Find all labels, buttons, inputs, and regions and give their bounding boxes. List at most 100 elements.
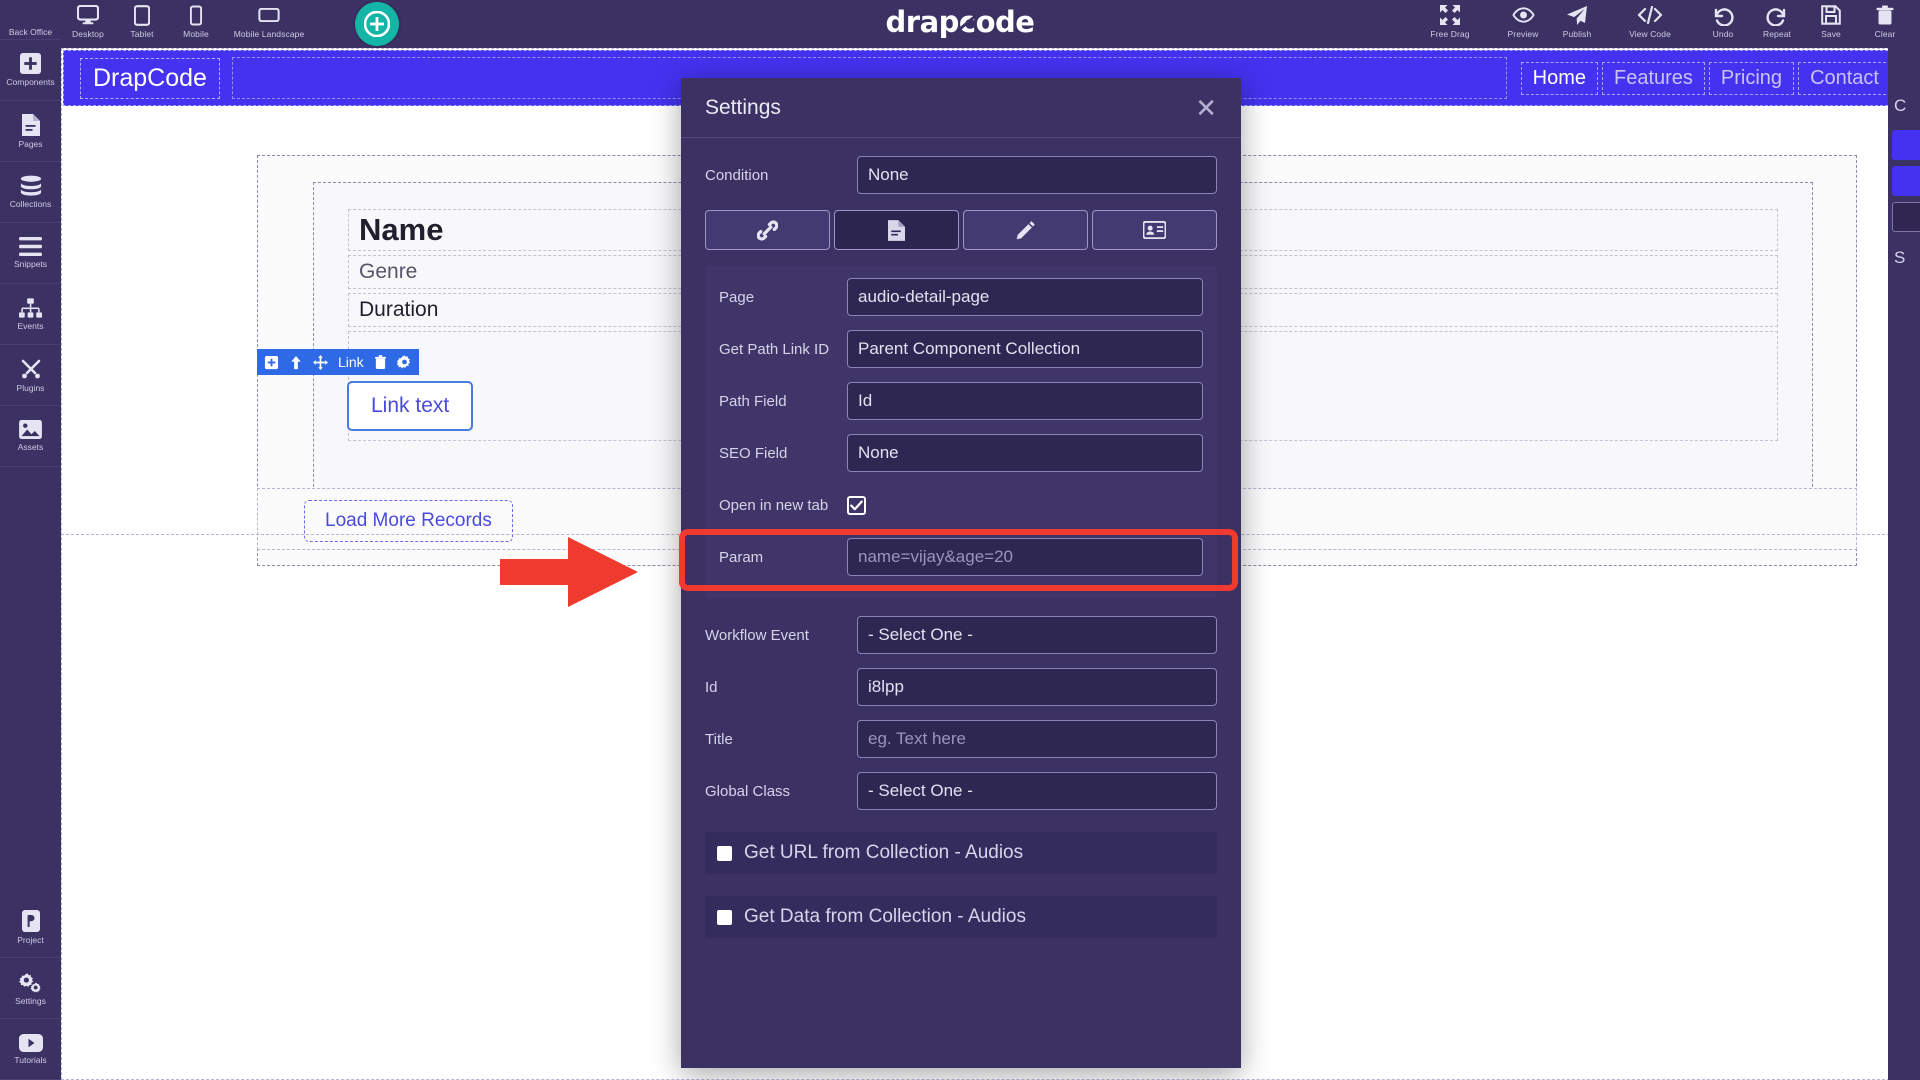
close-icon[interactable]: ✕ — [1195, 95, 1217, 121]
sidebar-item-back-office[interactable]: Back Office — [0, 0, 61, 40]
get-data-from-collection-section[interactable]: Get Data from Collection - Audios — [705, 896, 1217, 938]
topbar-mobile-landscape-label: Mobile Landscape — [233, 29, 305, 39]
topbar-mobile-label: Mobile — [183, 29, 209, 39]
settings-modal[interactable]: Settings ✕ Condition None Page audio-det… — [681, 78, 1241, 1068]
get-data-checkbox[interactable] — [717, 909, 732, 925]
right-panel-swatch-2[interactable] — [1892, 166, 1920, 196]
get-path-link-id-select[interactable]: Parent Component Collection — [847, 330, 1203, 368]
condition-select[interactable]: None — [857, 156, 1217, 194]
sidebar-pages-label: Pages — [18, 138, 43, 149]
id-card-icon — [1143, 221, 1166, 239]
modal-tab-strip — [705, 210, 1217, 250]
id-row: Id i8lpp — [705, 668, 1217, 706]
workflow-event-label: Workflow Event — [705, 626, 809, 644]
sidebar-item-collections[interactable]: Collections — [0, 162, 61, 223]
open-in-new-tab-checkbox[interactable] — [847, 495, 866, 515]
nav-link-home[interactable]: Home — [1520, 61, 1598, 95]
get-url-from-collection-section[interactable]: Get URL from Collection - Audios — [705, 832, 1217, 874]
topbar-undo-label: Undo — [1712, 29, 1734, 39]
open-in-new-tab-row: Open in new tab — [719, 486, 1203, 524]
workflow-event-row: Workflow Event - Select One - — [705, 616, 1217, 654]
path-field-row: Path Field Id — [719, 382, 1203, 420]
topbar-free-drag-button[interactable]: Free Drag — [1404, 0, 1496, 48]
tab-page[interactable] — [834, 210, 959, 250]
seo-field-label: SEO Field — [719, 444, 788, 462]
sidebar-back-office-label: Back Office — [8, 27, 53, 37]
undo-arrow-icon — [1712, 3, 1734, 27]
modal-title: Settings — [705, 95, 781, 119]
move-icon[interactable] — [313, 354, 328, 370]
path-field-select[interactable]: Id — [847, 382, 1203, 420]
sidebar-tutorials-label: Tutorials — [14, 1054, 47, 1065]
get-url-checkbox[interactable] — [717, 845, 732, 861]
condition-row: Condition None — [705, 156, 1217, 194]
title-input[interactable]: eg. Text here — [857, 720, 1217, 758]
sidebar-item-project[interactable]: Project — [0, 897, 61, 958]
topbar-repeat-label: Repeat — [1762, 29, 1791, 39]
topbar-repeat-button[interactable]: Repeat — [1750, 0, 1804, 48]
load-more-records-button[interactable]: Load More Records — [304, 500, 513, 542]
delete-icon[interactable] — [374, 354, 387, 370]
get-path-link-id-row: Get Path Link ID Parent Component Collec… — [719, 330, 1203, 368]
topbar-clear-button[interactable]: Clear — [1858, 0, 1912, 48]
sidebar-item-components[interactable]: Components — [0, 40, 61, 101]
tab-link[interactable] — [705, 210, 830, 250]
sidebar-item-assets[interactable]: Assets — [0, 406, 61, 467]
topbar-actions-group: Free Drag Preview Publish View Code Undo — [1404, 0, 1912, 48]
sidebar-collections-label: Collections — [9, 199, 52, 209]
global-class-select[interactable]: - Select One - — [857, 772, 1217, 810]
settings-icon[interactable] — [396, 354, 412, 370]
lines-icon — [19, 237, 42, 256]
project-badge-icon — [21, 909, 40, 932]
select-parent-icon[interactable] — [289, 355, 303, 370]
id-input[interactable]: i8lpp — [857, 668, 1217, 706]
condition-label: Condition — [705, 166, 769, 184]
nav-link-contact[interactable]: Contact — [1798, 61, 1891, 95]
link-text-element[interactable]: Link text — [347, 381, 474, 431]
right-properties-panel[interactable]: C S — [1888, 48, 1920, 1080]
add-icon[interactable] — [264, 355, 279, 370]
sidebar-item-tutorials[interactable]: Tutorials — [0, 1019, 61, 1080]
sidebar-item-pages[interactable]: Pages — [0, 101, 61, 162]
topbar-mobile-button[interactable]: Mobile — [169, 0, 223, 48]
code-brackets-icon — [1637, 3, 1663, 27]
get-url-label: Get URL from Collection - Audios — [744, 842, 1024, 863]
topbar-tablet-button[interactable]: Tablet — [115, 0, 169, 48]
id-label: Id — [705, 678, 718, 696]
get-path-link-id-label: Get Path Link ID — [719, 340, 830, 358]
page-label: Page — [719, 288, 755, 306]
phone-icon — [190, 3, 202, 27]
page-select[interactable]: audio-detail-page — [847, 278, 1203, 316]
modal-header: Settings ✕ — [681, 78, 1241, 138]
topbar-mobile-landscape-button[interactable]: Mobile Landscape — [223, 0, 315, 48]
param-input[interactable]: name=vijay&age=20 — [847, 538, 1203, 576]
param-row: Param name=vijay&age=20 — [719, 538, 1203, 576]
site-brand[interactable]: DrapCode — [80, 57, 220, 99]
get-data-label: Get Data from Collection - Audios — [744, 906, 1026, 927]
topbar-desktop-button[interactable]: Desktop — [61, 0, 115, 48]
add-page-button[interactable] — [355, 2, 399, 46]
sidebar-item-events[interactable]: Events — [0, 284, 61, 345]
topbar-preview-button[interactable]: Preview — [1496, 0, 1550, 48]
topbar-save-button[interactable]: Save — [1804, 0, 1858, 48]
sidebar-snippets-label: Snippets — [13, 259, 48, 269]
nav-link-features[interactable]: Features — [1601, 61, 1705, 95]
global-class-row: Global Class - Select One - — [705, 772, 1217, 810]
sidebar-item-snippets[interactable]: Snippets — [0, 223, 61, 284]
sidebar-item-plugins[interactable]: Plugins — [0, 345, 61, 406]
element-selection-toolbar[interactable]: Link — [257, 349, 419, 375]
tab-identity[interactable] — [1092, 210, 1217, 250]
video-play-icon — [18, 1033, 43, 1052]
workflow-event-select[interactable]: - Select One - — [857, 616, 1217, 654]
tools-icon — [20, 358, 42, 380]
right-panel-field-1[interactable] — [1892, 202, 1920, 232]
tab-style[interactable] — [963, 210, 1088, 250]
nav-link-pricing[interactable]: Pricing — [1708, 61, 1795, 95]
topbar-undo-button[interactable]: Undo — [1696, 0, 1750, 48]
right-panel-swatch-1[interactable] — [1892, 130, 1920, 160]
topbar-publish-button[interactable]: Publish — [1550, 0, 1604, 48]
seo-field-select[interactable]: None — [847, 434, 1203, 472]
topbar-view-code-button[interactable]: View Code — [1604, 0, 1696, 48]
move-arrows-icon — [1439, 3, 1461, 27]
sidebar-item-settings[interactable]: Settings — [0, 958, 61, 1019]
